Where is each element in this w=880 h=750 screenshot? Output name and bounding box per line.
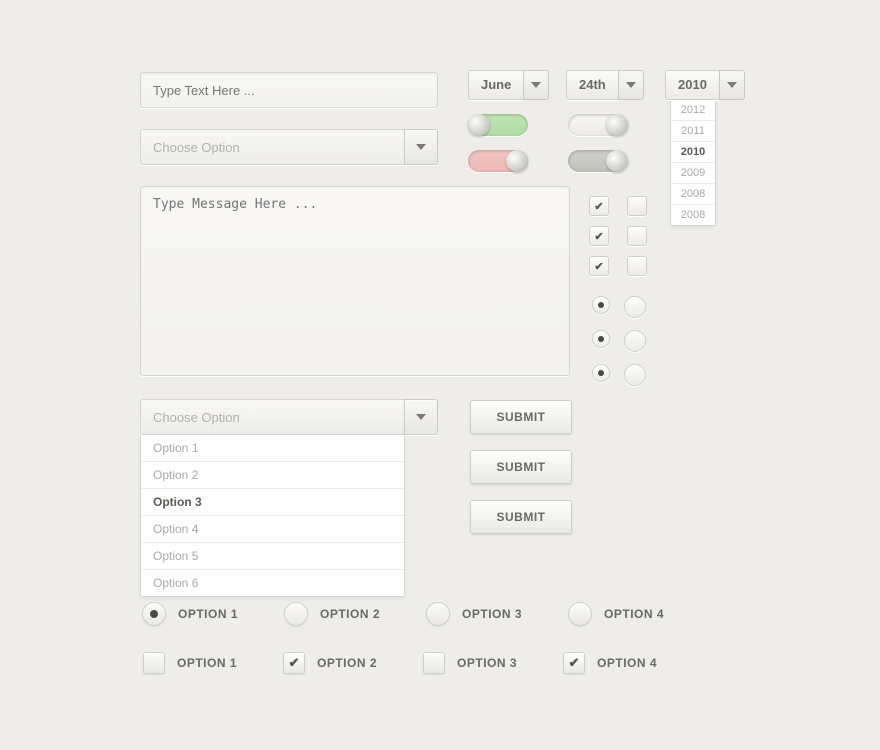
dropdown-option[interactable]: Option 5 [141,543,404,570]
checkbox-small[interactable] [589,226,609,246]
radio-input[interactable] [568,602,592,626]
checkbox-label: OPTION 2 [317,656,377,670]
month-select[interactable]: June [468,70,549,100]
radio-small[interactable] [624,364,646,386]
submit-button[interactable]: SUBMIT [470,450,572,484]
day-select[interactable]: 24th [566,70,644,100]
day-value: 24th [566,70,618,100]
select-open-label: Choose Option [140,399,404,435]
toggle-green[interactable] [468,114,528,136]
year-option[interactable]: 2008 [671,205,715,225]
toggle-pink[interactable] [468,150,528,172]
checkbox-small[interactable] [627,226,647,246]
radio-input[interactable] [426,602,450,626]
select-open-dropdown: Option 1 Option 2 Option 3 Option 4 Opti… [140,435,405,597]
checkbox-option[interactable]: OPTION 1 [143,652,237,674]
select-closed-label: Choose Option [140,129,404,165]
dropdown-option[interactable]: Option 3 [141,489,404,516]
dropdown-option[interactable]: Option 2 [141,462,404,489]
radio-small[interactable] [592,364,610,382]
radio-option[interactable]: OPTION 2 [284,602,380,626]
select-closed[interactable]: Choose Option [140,129,438,165]
toggle-knob [606,150,628,172]
dropdown-option[interactable]: Option 1 [141,435,404,462]
chevron-down-icon [727,82,737,88]
chevron-down-icon [626,82,636,88]
checkbox-small[interactable] [627,196,647,216]
checkbox-option[interactable]: OPTION 2 [283,652,377,674]
radio-small[interactable] [624,330,646,352]
checkbox-label: OPTION 4 [597,656,657,670]
checkbox-small[interactable] [589,196,609,216]
checkbox-option[interactable]: OPTION 3 [423,652,517,674]
checkbox-input[interactable] [563,652,585,674]
month-value: June [468,70,523,100]
dropdown-option[interactable]: Option 6 [141,570,404,596]
select-closed-button[interactable] [404,129,438,165]
submit-button[interactable]: SUBMIT [470,400,572,434]
radio-small[interactable] [592,296,610,314]
day-button[interactable] [618,70,644,100]
radio-input[interactable] [284,602,308,626]
year-value: 2010 [665,70,719,100]
year-option[interactable]: 2008 [671,184,715,205]
select-open-button[interactable] [404,399,438,435]
submit-button[interactable]: SUBMIT [470,500,572,534]
checkbox-label: OPTION 1 [177,656,237,670]
checkbox-small[interactable] [589,256,609,276]
text-input[interactable] [140,72,438,108]
toggle-white[interactable] [568,114,628,136]
month-button[interactable] [523,70,549,100]
radio-label: OPTION 4 [604,607,664,621]
message-textarea[interactable] [140,186,570,376]
checkbox-label: OPTION 3 [457,656,517,670]
toggle-knob [506,150,528,172]
year-dropdown: 2012 2011 2010 2009 2008 2008 [670,100,716,226]
year-option[interactable]: 2010 [671,142,715,163]
year-option[interactable]: 2011 [671,121,715,142]
radio-input[interactable] [142,602,166,626]
select-open[interactable]: Choose Option [140,399,438,435]
radio-option[interactable]: OPTION 1 [142,602,238,626]
radio-label: OPTION 1 [178,607,238,621]
chevron-down-icon [416,414,426,420]
radio-label: OPTION 3 [462,607,522,621]
radio-option[interactable]: OPTION 3 [426,602,522,626]
toggle-knob [606,114,628,136]
checkbox-option[interactable]: OPTION 4 [563,652,657,674]
year-select[interactable]: 2010 [665,70,745,100]
year-option[interactable]: 2012 [671,100,715,121]
toggle-grey[interactable] [568,150,628,172]
checkbox-input[interactable] [283,652,305,674]
chevron-down-icon [416,144,426,150]
radio-small[interactable] [624,296,646,318]
radio-option[interactable]: OPTION 4 [568,602,664,626]
year-button[interactable] [719,70,745,100]
checkbox-input[interactable] [143,652,165,674]
chevron-down-icon [531,82,541,88]
year-option[interactable]: 2009 [671,163,715,184]
checkbox-small[interactable] [627,256,647,276]
radio-small[interactable] [592,330,610,348]
checkbox-input[interactable] [423,652,445,674]
dropdown-option[interactable]: Option 4 [141,516,404,543]
toggle-knob [468,114,490,136]
radio-label: OPTION 2 [320,607,380,621]
